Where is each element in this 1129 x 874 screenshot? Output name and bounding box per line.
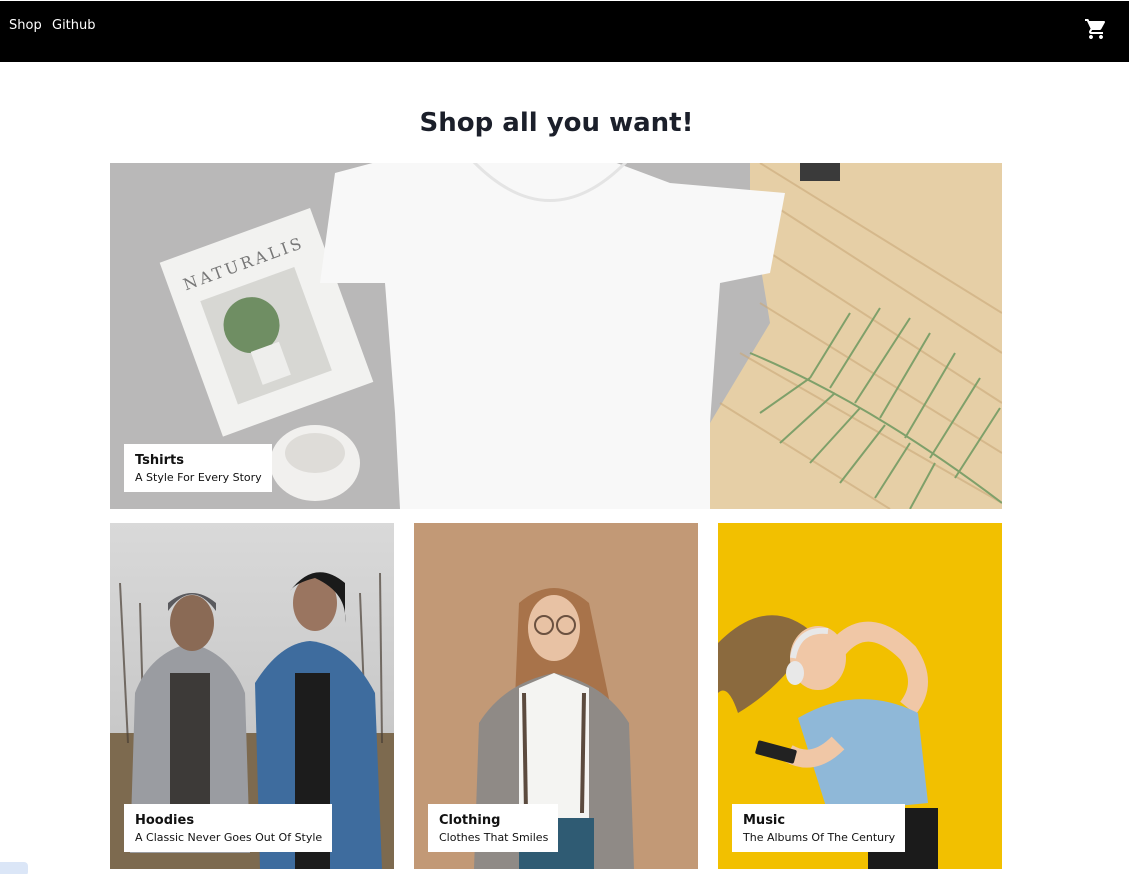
category-subtitle: A Classic Never Goes Out Of Style xyxy=(135,831,323,844)
category-title: Clothing xyxy=(439,813,501,828)
category-tile-hoodies[interactable]: Hoodies A Classic Never Goes Out Of Styl… xyxy=(110,523,394,869)
top-navbar: Shop Github xyxy=(0,1,1129,62)
category-subtitle: Clothes That Smiles xyxy=(439,831,549,844)
category-title: Music xyxy=(743,813,786,828)
category-subtitle: The Albums Of The Century xyxy=(743,831,896,844)
page-title: Shop all you want! xyxy=(419,108,694,138)
clothing-caption: Clothing Clothes That Smiles xyxy=(428,804,559,852)
category-title: Hoodies xyxy=(135,813,195,828)
category-tile-clothing[interactable]: Clothing Clothes That Smiles xyxy=(414,523,698,869)
tshirts-caption: Tshirts A Style For Every Story xyxy=(124,444,272,492)
category-title: Tshirts xyxy=(135,453,184,468)
hoodies-caption: Hoodies A Classic Never Goes Out Of Styl… xyxy=(124,804,333,852)
category-subtitle: A Style For Every Story xyxy=(135,471,262,484)
nav-link-github[interactable]: Github xyxy=(52,18,96,33)
corner-toast xyxy=(0,862,28,874)
cart-icon[interactable] xyxy=(1084,17,1108,41)
music-caption: Music The Albums Of The Century xyxy=(732,804,906,852)
category-tile-music[interactable]: Music The Albums Of The Century xyxy=(718,523,1002,869)
nav-link-shop[interactable]: Shop xyxy=(9,18,42,33)
category-tile-tshirts[interactable]: NATURALIS Tshirts A Style For Every Stor… xyxy=(110,163,1002,509)
